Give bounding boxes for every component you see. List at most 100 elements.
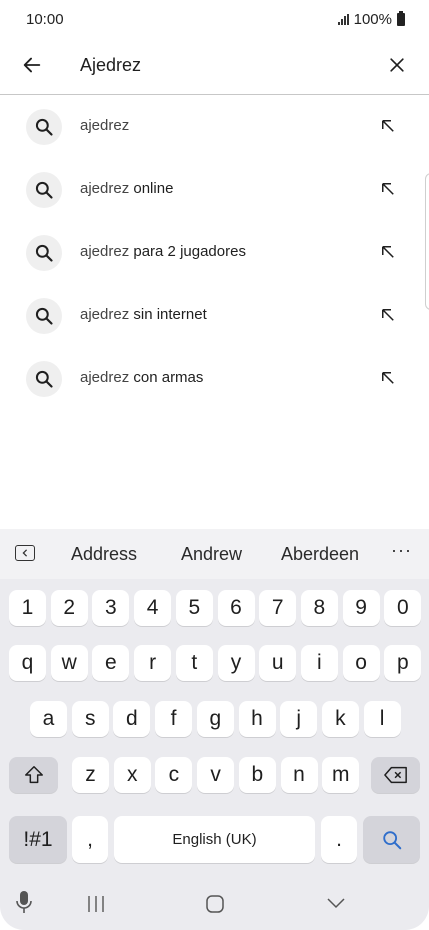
recent-apps-icon[interactable] — [86, 895, 106, 913]
key-y[interactable]: y — [217, 645, 255, 681]
key-d[interactable]: d — [113, 701, 151, 737]
fill-query-arrow-icon[interactable] — [379, 306, 397, 324]
prediction-2[interactable]: Andrew — [181, 544, 242, 565]
search-icon — [35, 307, 53, 325]
search-input[interactable] — [80, 48, 370, 82]
suggestion-rest: con armas — [129, 369, 204, 386]
suggestion-prefix: ajedrez — [80, 243, 130, 260]
suggestion-item[interactable]: ajedrez para 2 jugadores — [0, 221, 429, 284]
search-header — [0, 38, 429, 95]
battery-icon — [397, 11, 405, 26]
suggestion-text: ajedrez para 2 jugadores — [80, 243, 246, 260]
key-a[interactable]: a — [30, 701, 67, 737]
key-z[interactable]: z — [72, 757, 109, 793]
key-x[interactable]: x — [113, 757, 151, 793]
microphone-icon[interactable] — [14, 890, 34, 916]
search-key[interactable] — [363, 816, 420, 863]
fill-query-arrow-icon[interactable] — [379, 180, 397, 198]
keyboard: Address Andrew Aberdeen ··· 1234567890 qw… — [0, 529, 429, 930]
period-key[interactable]: . — [321, 816, 357, 863]
key-i[interactable]: i — [300, 645, 338, 681]
suggestion-rest: online — [129, 180, 174, 197]
suggestion-rest: sin internet — [129, 306, 207, 323]
back-button[interactable] — [16, 49, 48, 81]
hide-keyboard-icon[interactable] — [326, 896, 346, 910]
search-icon — [35, 370, 53, 388]
home-icon[interactable] — [205, 894, 225, 914]
backspace-key[interactable] — [371, 757, 420, 793]
search-icon — [35, 244, 53, 262]
suggestion-prefix: ajedrez — [80, 180, 130, 197]
key-e[interactable]: e — [92, 645, 130, 681]
key-m[interactable]: m — [322, 757, 360, 793]
more-options-icon[interactable]: ··· — [391, 540, 412, 561]
shift-key[interactable] — [9, 757, 58, 793]
key-b[interactable]: b — [238, 757, 276, 793]
suggestion-text: ajedrez sin internet — [80, 306, 207, 323]
key-k[interactable]: k — [321, 701, 359, 737]
fill-query-arrow-icon[interactable] — [379, 369, 397, 387]
key-c[interactable]: c — [155, 757, 193, 793]
suggestion-item[interactable]: ajedrez con armas — [0, 347, 429, 410]
key-p[interactable]: p — [384, 645, 422, 681]
backspace-icon — [383, 766, 407, 784]
prediction-1[interactable]: Address — [71, 544, 137, 565]
key-5[interactable]: 5 — [175, 590, 213, 626]
suggestion-list: ajedrez ajedrez online ajedrez para 2 juga… — [0, 95, 429, 410]
key-q[interactable]: q — [9, 645, 46, 681]
key-3[interactable]: 3 — [92, 590, 130, 626]
close-icon — [390, 58, 404, 72]
key-o[interactable]: o — [342, 645, 380, 681]
key-7[interactable]: 7 — [259, 590, 297, 626]
key-1[interactable]: 1 — [9, 590, 46, 626]
key-h[interactable]: h — [238, 701, 276, 737]
signal-icon — [337, 14, 349, 25]
space-key[interactable]: English (UK) — [114, 816, 315, 863]
battery-percent: 100% — [353, 11, 392, 28]
key-w[interactable]: w — [50, 645, 88, 681]
search-icon-wrap — [26, 172, 62, 208]
key-0[interactable]: 0 — [384, 590, 422, 626]
suggestion-item[interactable]: ajedrez — [0, 95, 429, 158]
prediction-3[interactable]: Aberdeen — [281, 544, 359, 565]
key-l[interactable]: l — [363, 701, 401, 737]
suggestion-text: ajedrez con armas — [80, 369, 203, 386]
key-9[interactable]: 9 — [342, 590, 380, 626]
key-f[interactable]: f — [155, 701, 193, 737]
search-icon-wrap — [26, 235, 62, 271]
toolbar-toggle-icon[interactable] — [15, 545, 35, 561]
key-g[interactable]: g — [196, 701, 234, 737]
key-6[interactable]: 6 — [217, 590, 255, 626]
shift-icon — [24, 766, 43, 784]
fill-query-arrow-icon[interactable] — [379, 117, 397, 135]
key-4[interactable]: 4 — [134, 590, 172, 626]
key-n[interactable]: n — [280, 757, 318, 793]
key-j[interactable]: j — [280, 701, 318, 737]
search-icon — [35, 181, 53, 199]
status-time: 10:00 — [26, 11, 64, 28]
fill-query-arrow-icon[interactable] — [379, 243, 397, 261]
key-u[interactable]: u — [259, 645, 297, 681]
search-icon-wrap — [26, 109, 62, 145]
search-icon-wrap — [26, 298, 62, 334]
suggestion-item[interactable]: ajedrez online — [0, 158, 429, 221]
key-t[interactable]: t — [175, 645, 213, 681]
keyboard-suggestion-strip: Address Andrew Aberdeen ··· — [0, 529, 429, 579]
key-8[interactable]: 8 — [300, 590, 338, 626]
status-indicators: 100% — [337, 11, 405, 28]
key-r[interactable]: r — [134, 645, 172, 681]
status-bar: 10:00 100% — [0, 0, 429, 40]
symbols-key[interactable]: !#1 — [9, 816, 67, 863]
arrow-left-icon — [23, 57, 41, 73]
clear-button[interactable] — [381, 49, 413, 81]
scroll-indicator[interactable] — [425, 173, 429, 310]
suggestion-prefix: ajedrez — [80, 306, 130, 323]
comma-key[interactable]: , — [72, 816, 108, 863]
suggestion-prefix: ajedrez — [80, 369, 130, 386]
suggestion-item[interactable]: ajedrez sin internet — [0, 284, 429, 347]
key-s[interactable]: s — [71, 701, 109, 737]
suggestion-prefix: ajedrez — [80, 117, 130, 134]
key-v[interactable]: v — [197, 757, 235, 793]
key-2[interactable]: 2 — [50, 590, 88, 626]
suggestion-text: ajedrez online — [80, 180, 173, 197]
